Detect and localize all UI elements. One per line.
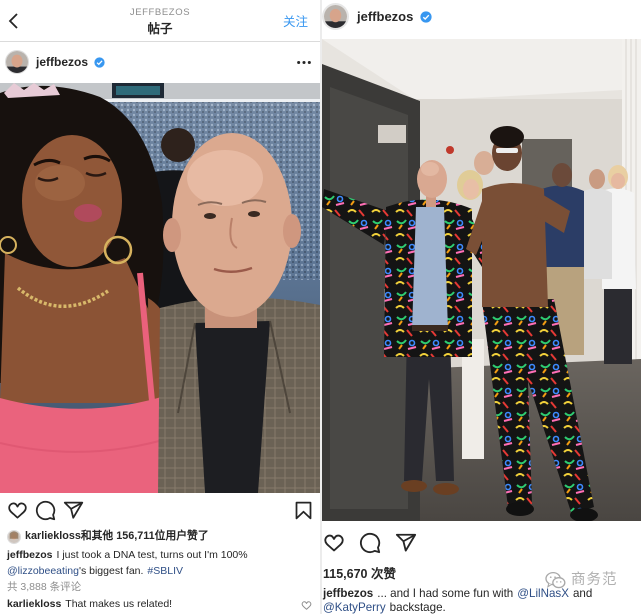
caption-text-continued: 's biggest fan. <box>78 565 144 577</box>
watermark-logo <box>545 571 566 590</box>
view-comments-link[interactable]: 共 3,888 条评论 <box>7 580 81 595</box>
like-button[interactable] <box>7 500 28 521</box>
bookmark-icon <box>295 501 312 520</box>
post-author-row: jeffbezos <box>322 0 641 38</box>
comment-button[interactable] <box>35 500 56 521</box>
caption-username[interactable]: jeffbezos <box>323 587 373 600</box>
liker-avatar[interactable] <box>7 530 21 544</box>
share-icon <box>395 533 417 552</box>
header-title: 帖子 <box>147 22 173 36</box>
verified-badge-icon <box>420 11 432 23</box>
author-username[interactable]: jeffbezos <box>36 55 88 69</box>
follow-button[interactable]: 关注 <box>283 15 308 29</box>
wechat-icon <box>545 571 566 589</box>
comment-button[interactable] <box>359 532 381 554</box>
author-username[interactable]: jeffbezos <box>357 9 413 24</box>
comment-icon <box>35 500 56 521</box>
watermark-text: 商务范 <box>571 572 618 588</box>
avatar[interactable] <box>322 3 349 30</box>
more-options-icon <box>297 60 311 65</box>
liker-avatar-image <box>8 531 20 543</box>
post-photo[interactable] <box>322 39 641 521</box>
heart-icon <box>8 502 27 519</box>
caption-username[interactable]: jeffbezos <box>7 549 53 561</box>
post-photo-image <box>322 39 641 521</box>
header-account-name: JEFFBEZOS <box>129 7 191 18</box>
post-photo-image <box>0 83 320 493</box>
likes-count[interactable]: 115,670 次赞 <box>323 566 396 582</box>
more-options-button[interactable] <box>296 60 312 65</box>
header-title-block: JEFFBEZOS 帖子 <box>0 7 320 37</box>
comment-text: That makes us related! <box>65 598 173 610</box>
post-photo[interactable] <box>0 83 320 493</box>
verified-badge-icon <box>94 57 105 68</box>
caption-text: ... and I had some fun with <box>377 587 514 600</box>
avatar[interactable] <box>5 50 29 74</box>
avatar-image <box>324 5 347 28</box>
heart-icon <box>324 534 344 552</box>
small-heart-icon <box>301 601 312 610</box>
liker-username[interactable]: karliekloss <box>25 530 81 542</box>
caption-line-2: @lizzobeeating's biggest fan. #SBLIV <box>7 564 183 579</box>
caption-hashtag[interactable]: #SBLIV <box>147 565 183 577</box>
caption-mention-2[interactable]: @KatyPerry <box>323 601 386 614</box>
post-header: JEFFBEZOS 帖子 关注 <box>0 0 320 42</box>
comment-username[interactable]: karliekloss <box>7 598 61 610</box>
top-comment: karliekloss That makes us related! <box>7 597 172 612</box>
comment-icon <box>360 532 381 554</box>
share-button[interactable] <box>63 500 84 521</box>
avatar-image <box>6 51 28 73</box>
save-button[interactable] <box>293 500 314 521</box>
comment-like-button[interactable] <box>301 600 312 611</box>
caption-mention[interactable]: @lizzobeeating <box>7 565 79 577</box>
caption-line-1: jeffbezos I just took a DNA test, turns o… <box>7 548 248 563</box>
post-author-row: jeffbezos <box>0 43 320 82</box>
caption-text: I just took a DNA test, turns out I'm 10… <box>56 549 248 561</box>
share-button[interactable] <box>395 532 417 554</box>
like-button[interactable] <box>323 532 345 554</box>
left-post-screenshot: JEFFBEZOS 帖子 关注 jeffbezos karliekloss和其他… <box>0 0 320 614</box>
caption-text-end: backstage. <box>389 601 446 614</box>
right-post-screenshot: jeffbezos 115,670 次赞 jeffbezos ... and I… <box>322 0 641 614</box>
likes-summary[interactable]: karliekloss和其他 156,711位用户赞了 <box>25 529 209 544</box>
likes-count-text: 和其他 156,711位用户赞了 <box>80 530 209 542</box>
caption-line-2: @KatyPerry backstage. <box>323 601 446 614</box>
share-icon <box>63 501 84 519</box>
